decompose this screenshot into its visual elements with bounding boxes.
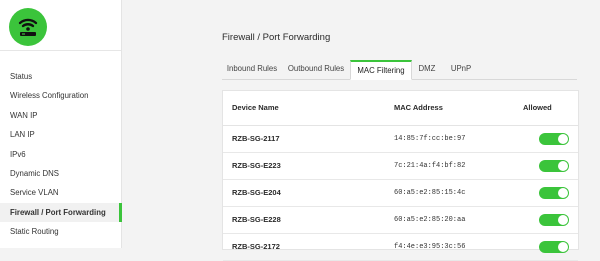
sidebar-item-status[interactable]: Status [0,67,121,86]
allowed-toggle[interactable] [539,133,569,145]
device-name: RZB-SG-E228 [232,215,281,224]
device-name: RZB-SG-E223 [232,161,281,170]
table-row: RZB-SG-E228 60:a5:e2:85:20:aa [223,207,578,234]
sidebar-item-static-routing[interactable]: Static Routing [0,222,121,241]
tab-bar: Inbound Rules Outbound Rules MAC Filteri… [222,60,577,80]
mac-address: f4:4e:e3:95:3c:56 [394,243,466,251]
sidebar-item-ipv6[interactable]: IPv6 [0,145,121,164]
column-header-allowed[interactable]: Allowed [523,91,552,125]
sidebar: Status Wireless Configuration WAN IP LAN… [0,0,122,248]
sidebar-nav: Status Wireless Configuration WAN IP LAN… [0,67,122,242]
device-name: RZB-SG-2117 [232,134,280,143]
device-name: RZB-SG-2172 [232,242,280,251]
sidebar-item-lan-ip[interactable]: LAN IP [0,125,121,144]
mac-address: 60:a5:e2:85:20:aa [394,216,466,224]
tab-outbound-rules[interactable]: Outbound Rules [284,60,348,78]
mac-address: 60:a5:e2:85:15:4c [394,189,466,197]
sidebar-item-wan-ip[interactable]: WAN IP [0,106,121,125]
mac-address: 14:85:7f:cc:be:97 [394,135,466,143]
toggle-knob [558,134,568,144]
table-header: Device Name MAC Address Allowed [223,91,578,126]
logo-area [0,0,121,51]
toggle-knob [558,188,568,198]
table-row: RZB-SG-2117 14:85:7f:cc:be:97 [223,126,578,153]
allowed-toggle[interactable] [539,160,569,172]
sidebar-item-dynamic-dns[interactable]: Dynamic DNS [0,164,121,183]
sidebar-item-wireless-configuration[interactable]: Wireless Configuration [0,86,121,105]
toggle-knob [558,242,568,252]
tab-inbound-rules[interactable]: Inbound Rules [222,60,282,78]
tab-upnp[interactable]: UPnP [446,60,476,78]
column-header-mac-address[interactable]: MAC Address [394,91,443,125]
tab-mac-filtering[interactable]: MAC Filtering [350,60,412,80]
sidebar-item-firewall-port-forwarding[interactable]: Firewall / Port Forwarding [0,202,122,223]
allowed-toggle[interactable] [539,187,569,199]
column-header-device-name[interactable]: Device Name [232,91,279,125]
sidebar-item-service-vlan[interactable]: Service VLAN [0,183,121,202]
mac-filter-table: Device Name MAC Address Allowed RZB-SG-2… [222,90,579,261]
toggle-knob [558,161,568,171]
toggle-knob [558,215,568,225]
mac-address: 7c:21:4a:f4:bf:82 [394,162,466,170]
tab-dmz[interactable]: DMZ [412,60,442,78]
table-row: RZB-SG-E204 60:a5:e2:85:15:4c [223,180,578,207]
device-name: RZB-SG-E204 [232,188,281,197]
allowed-toggle[interactable] [539,241,569,253]
wifi-router-icon[interactable] [9,8,47,46]
allowed-toggle[interactable] [539,214,569,226]
page-title: Firewall / Port Forwarding [222,32,331,43]
table-row: RZB-SG-E223 7c:21:4a:f4:bf:82 [223,153,578,180]
